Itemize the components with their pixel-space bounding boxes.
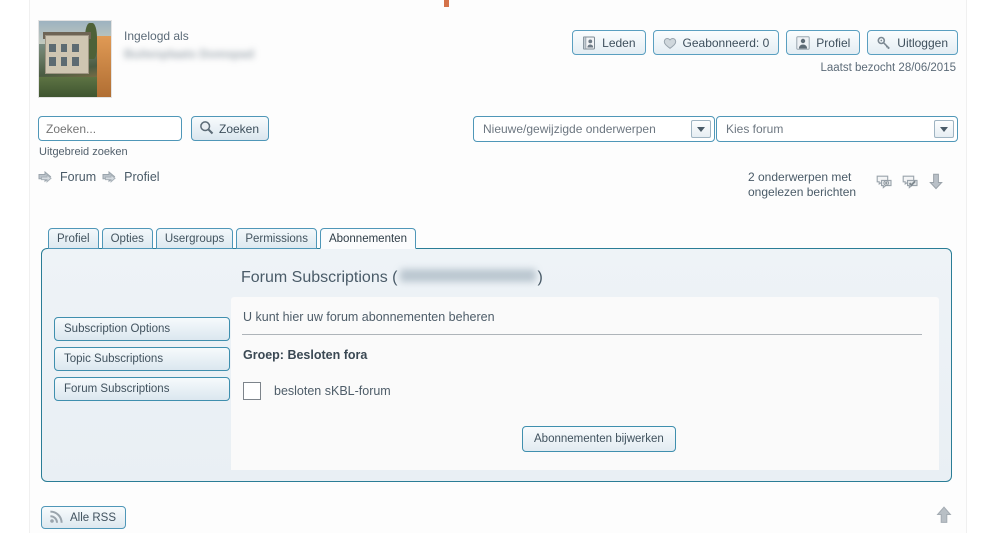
tab-label: Profiel <box>57 232 90 245</box>
scroll-to-top-icon <box>935 505 953 529</box>
tab-label: Permissions <box>245 232 308 245</box>
subscription-label: besloten sKBL-forum <box>274 384 391 398</box>
key-icon <box>877 36 891 50</box>
content-lead-text: U kunt hier uw forum abonnementen behere… <box>243 310 495 324</box>
advanced-search-link[interactable]: Uitgebreid zoeken <box>39 146 128 158</box>
subscription-side-menu: Subscription Options Topic Subscriptions… <box>54 317 230 407</box>
search-input[interactable] <box>38 116 182 141</box>
logged-in-label: Ingelogd als <box>124 29 189 43</box>
subscription-row: besloten sKBL-forum <box>243 382 391 400</box>
unread-summary: 2 onderwerpen met ongelezen berichten <box>748 170 944 200</box>
forum-page: Ingelogd als Buitenplaats Domspad Leden … <box>0 0 1001 533</box>
all-rss-label: Alle RSS <box>70 511 117 524</box>
tab-permissions[interactable]: Permissions <box>236 228 317 249</box>
page-title: Forum Subscriptions ( ) <box>241 269 543 287</box>
forum-select[interactable]: Kies forum <box>716 116 958 142</box>
search-button-label: Zoeken <box>219 121 260 136</box>
username-redacted: Buitenplaats Domspad <box>124 47 255 61</box>
subscribed-button-label: Geabonneerd: 0 <box>682 35 770 50</box>
scroll-to-top-button[interactable] <box>932 505 956 529</box>
topics-select-value: Nieuwe/gewijzigde onderwerpen <box>483 122 656 136</box>
user-icon <box>796 35 810 50</box>
content-divider <box>242 334 922 335</box>
profile-button[interactable]: Profiel <box>786 30 861 55</box>
new-posts-icon[interactable] <box>876 174 893 195</box>
chevron-down-icon <box>934 120 954 138</box>
side-item-label: Topic Subscriptions <box>64 353 164 365</box>
breadcrumb-item-profiel[interactable]: Profiel <box>124 170 159 184</box>
profile-button-label: Profiel <box>816 35 851 50</box>
side-item-topic-subscriptions[interactable]: Topic Subscriptions <box>54 347 230 371</box>
jump-to-bottom-icon[interactable] <box>928 173 944 195</box>
search-row: Zoeken Uitgebreid zoeken Nieuwe/gewijzig… <box>38 116 958 160</box>
all-rss-button[interactable]: Alle RSS <box>41 506 127 529</box>
tab-label: Usergroups <box>164 232 225 245</box>
tab-opties[interactable]: Opties <box>101 228 153 249</box>
page-title-prefix: Forum Subscriptions ( <box>241 269 398 286</box>
chevron-down-icon <box>691 120 711 138</box>
breadcrumb-item-forum[interactable]: Forum <box>60 170 96 184</box>
update-subscriptions-label: Abonnementen bijwerken <box>534 433 664 445</box>
heart-icon <box>663 36 677 50</box>
rss-icon <box>49 509 64 527</box>
side-item-label: Subscription Options <box>64 323 171 335</box>
breadcrumb: Forum Profiel <box>38 170 160 184</box>
tab-profiel[interactable]: Profiel <box>48 228 99 249</box>
tab-usergroups[interactable]: Usergroups <box>155 228 234 249</box>
unread-count-text: 2 onderwerpen met ongelezen berichten <box>748 170 857 199</box>
tab-label: Opties <box>110 232 144 245</box>
subscriptions-content: U kunt hier uw forum abonnementen behere… <box>231 297 939 470</box>
last-visit-text: Laatst bezocht 28/06/2015 <box>820 62 956 74</box>
page-header: Ingelogd als Buitenplaats Domspad Leden … <box>38 17 958 98</box>
tab-label: Abonnementen <box>328 232 407 245</box>
subscribed-button[interactable]: Geabonneerd: 0 <box>652 30 780 55</box>
breadcrumb-arrow-icon <box>38 170 54 184</box>
search-icon <box>199 120 214 138</box>
page-title-user-redacted <box>399 269 536 282</box>
avatar <box>38 20 112 98</box>
tab-abonnementen[interactable]: Abonnementen <box>319 228 416 249</box>
side-item-label: Forum Subscriptions <box>64 383 170 395</box>
page-title-suffix: ) <box>537 269 543 286</box>
group-title: Groep: Besloten fora <box>243 348 368 362</box>
profile-tabs: Profiel Opties Usergroups Permissions Ab… <box>48 228 416 249</box>
side-item-subscription-options[interactable]: Subscription Options <box>54 317 230 341</box>
subscriptions-panel: Forum Subscriptions ( ) Subscription Opt… <box>41 248 952 482</box>
members-button[interactable]: Leden <box>572 30 646 55</box>
breadcrumb-arrow-icon <box>102 170 118 184</box>
update-subscriptions-button[interactable]: Abonnementen bijwerken <box>522 426 676 452</box>
logout-button-label: Uitloggen <box>897 35 948 50</box>
members-icon <box>582 36 596 50</box>
topics-select[interactable]: Nieuwe/gewijzigde onderwerpen <box>473 116 715 142</box>
search-button[interactable]: Zoeken <box>191 116 270 141</box>
logout-button[interactable]: Uitloggen <box>867 30 958 55</box>
header-button-group: Leden Geabonneerd: 0 Profiel Uitloggen <box>572 30 958 55</box>
members-button-label: Leden <box>602 35 636 50</box>
subscription-checkbox[interactable] <box>243 382 261 400</box>
forum-select-value: Kies forum <box>726 122 784 136</box>
cutoff-banner-sliver <box>444 0 449 7</box>
side-item-forum-subscriptions[interactable]: Forum Subscriptions <box>54 377 230 401</box>
mark-read-icon[interactable] <box>902 174 919 195</box>
unread-icon-group <box>876 170 944 195</box>
